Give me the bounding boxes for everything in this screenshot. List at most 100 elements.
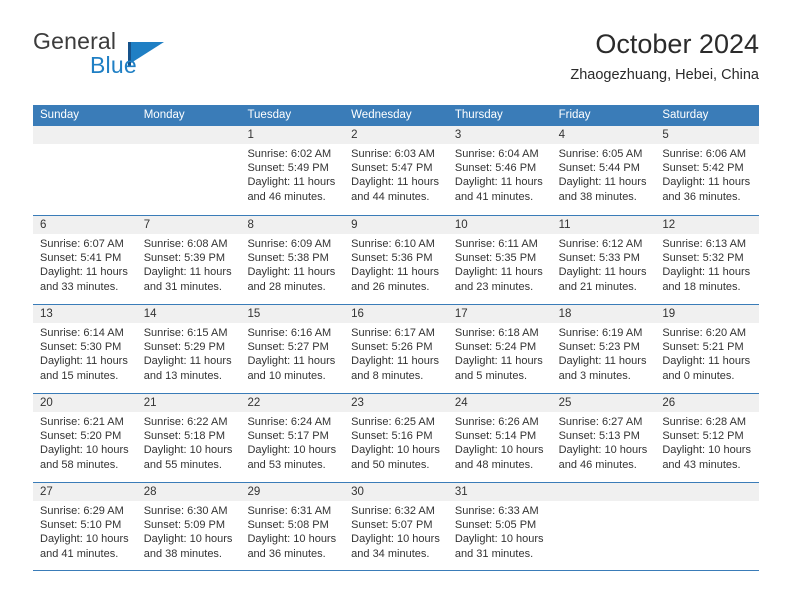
daylight-text: Daylight: 11 hours [247,176,336,189]
day-cell-11[interactable]: 11 Sunrise: 6:12 AM Sunset: 5:33 PM Dayligh… [551,216,656,304]
day-number: 7 [136,216,241,234]
day-number: 27 [33,483,137,501]
sunset-text: Sunset: 5:46 PM [454,162,537,175]
sunset-text: Sunset: 5:13 PM [558,430,640,443]
day-details: Sunrise: 6:04 AM Sunset: 5:46 PM Daylight:… [448,144,552,204]
day-cell-30[interactable]: 30 Sunrise: 6:32 AM Sunset: 5:07 PM Dayligh… [344,483,448,570]
sunrise-text: Sunrise: 6:24 AM [247,416,332,428]
day-cell-8[interactable]: 8 Sunrise: 6:09 AM Sunset: 5:38 PM Daylight… [240,216,345,304]
day-number [655,483,760,501]
sunrise-text: Sunrise: 6:16 AM [247,327,332,339]
day-cell-21[interactable]: 21 Sunrise: 6:22 AM Sunset: 5:18 PM Dayligh… [136,394,241,482]
day-cell-7[interactable]: 7 Sunrise: 6:08 AM Sunset: 5:39 PM Daylight… [136,216,241,304]
day-number: 13 [33,305,137,323]
day-cell-16[interactable]: 16 Sunrise: 6:17 AM Sunset: 5:26 PM Dayligh… [344,305,448,393]
daylight-text: and 38 minutes. [143,547,222,560]
day-cell-4[interactable]: 4 Sunrise: 6:05 AM Sunset: 5:44 PM Daylight… [551,126,656,215]
daylight-text: and 26 minutes. [351,280,430,293]
daylight-text: and 31 minutes. [143,280,222,293]
daylight-text: and 46 minutes. [558,458,637,471]
sunset-text: Sunset: 5:42 PM [662,162,744,175]
sunrise-text: Sunrise: 6:21 AM [40,416,124,428]
daylight-text: Daylight: 11 hours [454,355,543,368]
sunrise-text: Sunrise: 6:22 AM [143,416,228,428]
daylight-text: Daylight: 10 hours [558,444,648,457]
day-cell-26[interactable]: 26 Sunrise: 6:28 AM Sunset: 5:12 PM Dayligh… [655,394,760,482]
day-cell-24[interactable]: 24 Sunrise: 6:26 AM Sunset: 5:14 PM Dayligh… [447,394,552,482]
day-cell-25[interactable]: 25 Sunrise: 6:27 AM Sunset: 5:13 PM Dayligh… [551,394,656,482]
sunrise-text: Sunrise: 6:07 AM [40,238,124,250]
day-cell-empty [655,483,760,570]
day-cell-6[interactable]: 6 Sunrise: 6:07 AM Sunset: 5:41 PM Daylight… [33,216,137,304]
daylight-text: and 33 minutes. [40,280,119,293]
day-number: 1 [240,126,345,144]
daylight-text: and 50 minutes. [351,458,430,471]
day-number: 8 [240,216,345,234]
day-number: 24 [447,394,552,412]
daylight-text: and 3 minutes. [558,369,631,382]
day-cell-31[interactable]: 31 Sunrise: 6:33 AM Sunset: 5:05 PM Dayligh… [447,483,552,570]
day-details: Sunrise: 6:22 AM Sunset: 5:18 PM Daylight:… [137,412,241,472]
day-cell-14[interactable]: 14 Sunrise: 6:15 AM Sunset: 5:29 PM Dayligh… [136,305,241,393]
sunrise-text: Sunrise: 6:18 AM [454,327,539,339]
day-details: Sunrise: 6:30 AM Sunset: 5:09 PM Daylight:… [137,501,241,561]
day-details: Sunrise: 6:31 AM Sunset: 5:08 PM Daylight:… [240,501,344,561]
day-details: Sunrise: 6:18 AM Sunset: 5:24 PM Daylight:… [448,323,552,383]
sunset-text: Sunset: 5:33 PM [558,252,640,265]
day-cell-23[interactable]: 23 Sunrise: 6:25 AM Sunset: 5:16 PM Dayligh… [344,394,448,482]
day-number: 22 [240,394,345,412]
day-cell-2[interactable]: 2 Sunrise: 6:03 AM Sunset: 5:47 PM Daylight… [344,126,448,215]
daylight-text: Daylight: 10 hours [247,444,337,457]
daylight-text: and 10 minutes. [247,369,326,382]
day-cell-29[interactable]: 29 Sunrise: 6:31 AM Sunset: 5:08 PM Dayligh… [240,483,345,570]
weekday-header-tuesday: Tuesday [247,109,292,121]
daylight-text: Daylight: 11 hours [454,266,543,279]
sunrise-text: Sunrise: 6:33 AM [454,505,539,517]
day-cell-1[interactable]: 1 Sunrise: 6:02 AM Sunset: 5:49 PM Daylight… [240,126,345,215]
calendar-week-row: 20 Sunrise: 6:21 AM Sunset: 5:20 PM Dayligh… [33,393,760,482]
sunset-text: Sunset: 5:17 PM [247,430,329,443]
daylight-text: Daylight: 10 hours [143,533,233,546]
sunset-text: Sunset: 5:38 PM [247,252,329,265]
day-cell-18[interactable]: 18 Sunrise: 6:19 AM Sunset: 5:23 PM Dayligh… [551,305,656,393]
daylight-text: and 23 minutes. [454,280,534,293]
day-cell-17[interactable]: 17 Sunrise: 6:18 AM Sunset: 5:24 PM Dayligh… [447,305,552,393]
daylight-text: and 13 minutes. [143,369,222,382]
sunset-text: Sunset: 5:07 PM [351,519,433,532]
day-cell-27[interactable]: 27 Sunrise: 6:29 AM Sunset: 5:10 PM Dayligh… [33,483,137,570]
day-details: Sunrise: 6:28 AM Sunset: 5:12 PM Daylight:… [655,412,759,472]
day-number: 10 [447,216,552,234]
sunrise-text: Sunrise: 6:30 AM [143,505,228,517]
sunset-text: Sunset: 5:39 PM [143,252,226,265]
day-number: 18 [551,305,656,323]
daylight-text: and 8 minutes. [351,369,424,382]
brand-logo[interactable]: General Blue [33,28,273,88]
daylight-text: Daylight: 11 hours [454,176,543,189]
day-cell-15[interactable]: 15 Sunrise: 6:16 AM Sunset: 5:27 PM Dayligh… [240,305,345,393]
day-cell-9[interactable]: 9 Sunrise: 6:10 AM Sunset: 5:36 PM Daylight… [344,216,448,304]
calendar-page: General Blue October 2024 Zhaogezhuang, … [0,0,792,612]
day-number: 11 [551,216,656,234]
sunset-text: Sunset: 5:36 PM [351,252,433,265]
day-cell-10[interactable]: 10 Sunrise: 6:11 AM Sunset: 5:35 PM Dayligh… [447,216,552,304]
day-cell-13[interactable]: 13 Sunrise: 6:14 AM Sunset: 5:30 PM Dayligh… [33,305,137,393]
sunrise-text: Sunrise: 6:02 AM [247,148,332,160]
brand-name-bottom: Blue [90,52,137,78]
day-cell-3[interactable]: 3 Sunrise: 6:04 AM Sunset: 5:46 PM Daylight… [447,126,552,215]
day-cell-20[interactable]: 20 Sunrise: 6:21 AM Sunset: 5:20 PM Dayligh… [33,394,137,482]
day-cell-5[interactable]: 5 Sunrise: 6:06 AM Sunset: 5:42 PM Daylight… [655,126,760,215]
sunrise-text: Sunrise: 6:28 AM [662,416,747,428]
day-cell-19[interactable]: 19 Sunrise: 6:20 AM Sunset: 5:21 PM Dayligh… [655,305,760,393]
day-details: Sunrise: 6:03 AM Sunset: 5:47 PM Daylight:… [344,144,448,204]
daylight-text: and 38 minutes. [558,190,637,203]
day-cell-28[interactable]: 28 Sunrise: 6:30 AM Sunset: 5:09 PM Dayligh… [136,483,241,570]
day-cell-22[interactable]: 22 Sunrise: 6:24 AM Sunset: 5:17 PM Dayligh… [240,394,345,482]
daylight-text: and 36 minutes. [247,547,326,560]
day-cell-12[interactable]: 12 Sunrise: 6:13 AM Sunset: 5:32 PM Dayligh… [655,216,760,304]
day-details: Sunrise: 6:05 AM Sunset: 5:44 PM Daylight:… [552,144,656,204]
sunrise-text: Sunrise: 6:29 AM [40,505,124,517]
day-details: Sunrise: 6:14 AM Sunset: 5:30 PM Daylight:… [33,323,137,383]
day-details: Sunrise: 6:07 AM Sunset: 5:41 PM Daylight:… [33,234,137,294]
daylight-text: and 0 minutes. [662,369,735,382]
day-number: 23 [344,394,448,412]
